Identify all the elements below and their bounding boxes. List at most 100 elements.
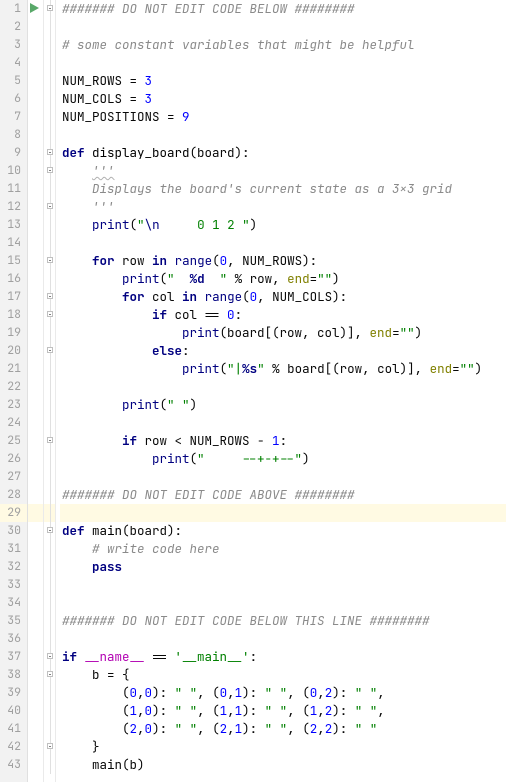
gutter-marker-cell[interactable] [28,378,43,396]
marker-gutter[interactable] [28,0,44,782]
code-line[interactable]: ''' [60,198,506,216]
gutter-marker-cell[interactable] [28,576,43,594]
code-line[interactable] [60,414,506,432]
fold-gutter-cell[interactable] [44,378,55,396]
fold-gutter[interactable] [44,0,56,782]
code-line[interactable]: print(" ") [60,396,506,414]
gutter-marker-cell[interactable] [28,720,43,738]
code-line[interactable]: if __name__ == '__main__': [60,648,506,666]
code-line[interactable]: main(b) [60,756,506,774]
code-line[interactable]: if col == 0: [60,306,506,324]
fold-collapse-icon[interactable] [47,437,53,443]
code-line[interactable] [60,234,506,252]
fold-gutter-cell[interactable] [44,540,55,558]
fold-gutter-cell[interactable] [44,144,55,162]
code-line[interactable] [60,576,506,594]
gutter-marker-cell[interactable] [28,288,43,306]
gutter-marker-cell[interactable] [28,162,43,180]
code-line[interactable] [60,630,506,648]
code-line[interactable]: def display_board(board): [60,144,506,162]
fold-gutter-cell[interactable] [44,108,55,126]
gutter-marker-cell[interactable] [28,198,43,216]
code-line[interactable]: ####### DO NOT EDIT CODE ABOVE ######## [60,486,506,504]
code-line[interactable] [60,18,506,36]
code-line[interactable]: if row < NUM_ROWS - 1: [60,432,506,450]
fold-collapse-icon[interactable] [47,257,53,263]
gutter-marker-cell[interactable] [28,486,43,504]
gutter-marker-cell[interactable] [28,270,43,288]
gutter-marker-cell[interactable] [28,234,43,252]
code-line[interactable]: ####### DO NOT EDIT CODE BELOW THIS LINE… [60,612,506,630]
code-line[interactable]: ''' [60,162,506,180]
fold-gutter-cell[interactable] [44,594,55,612]
gutter-marker-cell[interactable] [28,540,43,558]
fold-gutter-cell[interactable] [44,0,55,18]
fold-gutter-cell[interactable] [44,612,55,630]
fold-gutter-cell[interactable] [44,486,55,504]
code-line[interactable]: else: [60,342,506,360]
code-line[interactable]: (0,0): " ", (0,1): " ", (0,2): " ", [60,684,506,702]
gutter-marker-cell[interactable] [28,180,43,198]
fold-collapse-icon[interactable] [47,671,53,677]
code-line[interactable] [60,378,506,396]
fold-collapse-icon[interactable] [47,527,53,533]
gutter-marker-cell[interactable] [28,324,43,342]
code-line[interactable]: NUM_COLS = 3 [60,90,506,108]
fold-end-icon[interactable] [47,203,53,209]
fold-gutter-cell[interactable] [44,162,55,180]
fold-gutter-cell[interactable] [44,450,55,468]
code-line[interactable]: ####### DO NOT EDIT CODE BELOW ######## [60,0,506,18]
code-line[interactable]: for col in range(0, NUM_COLS): [60,288,506,306]
fold-collapse-icon[interactable] [47,653,53,659]
gutter-marker-cell[interactable] [28,36,43,54]
fold-gutter-cell[interactable] [44,126,55,144]
fold-gutter-cell[interactable] [44,306,55,324]
fold-gutter-cell[interactable] [44,360,55,378]
gutter-marker-cell[interactable] [28,468,43,486]
fold-gutter-cell[interactable] [44,396,55,414]
gutter-marker-cell[interactable] [28,72,43,90]
fold-gutter-cell[interactable] [44,504,55,522]
fold-collapse-icon[interactable] [47,293,53,299]
fold-gutter-cell[interactable] [44,756,55,774]
gutter-marker-cell[interactable] [28,738,43,756]
fold-gutter-cell[interactable] [44,432,55,450]
code-line[interactable] [60,126,506,144]
fold-end-icon[interactable] [47,743,53,749]
fold-gutter-cell[interactable] [44,720,55,738]
fold-gutter-cell[interactable] [44,468,55,486]
fold-gutter-cell[interactable] [44,180,55,198]
code-editor[interactable]: 1234567891011121314151617181920212223242… [0,0,506,782]
fold-gutter-cell[interactable] [44,630,55,648]
gutter-marker-cell[interactable] [28,594,43,612]
gutter-marker-cell[interactable] [28,108,43,126]
gutter-marker-cell[interactable] [28,432,43,450]
fold-gutter-cell[interactable] [44,342,55,360]
gutter-marker-cell[interactable] [28,396,43,414]
code-line[interactable]: def main(board): [60,522,506,540]
fold-gutter-cell[interactable] [44,522,55,540]
gutter-marker-cell[interactable] [28,630,43,648]
gutter-marker-cell[interactable] [28,360,43,378]
code-line[interactable]: print("\n 0 1 2 ") [60,216,506,234]
fold-gutter-cell[interactable] [44,18,55,36]
code-line[interactable]: Displays the board's current state as a … [60,180,506,198]
code-line[interactable]: } [60,738,506,756]
gutter-marker-cell[interactable] [28,450,43,468]
code-line[interactable]: print(board[(row, col)], end="") [60,324,506,342]
gutter-marker-cell[interactable] [28,342,43,360]
code-line[interactable]: # some constant variables that might be … [60,36,506,54]
fold-gutter-cell[interactable] [44,684,55,702]
fold-gutter-cell[interactable] [44,666,55,684]
code-line[interactable]: print(" --+-+--") [60,450,506,468]
gutter-marker-cell[interactable] [28,216,43,234]
code-area[interactable]: ####### DO NOT EDIT CODE BELOW ######## #… [56,0,506,782]
code-line[interactable] [60,504,506,522]
gutter-marker-cell[interactable] [28,414,43,432]
run-icon[interactable] [30,3,39,13]
code-line[interactable] [60,54,506,72]
fold-collapse-icon[interactable] [47,5,53,11]
fold-collapse-icon[interactable] [47,311,53,317]
fold-gutter-cell[interactable] [44,198,55,216]
code-line[interactable]: print("|%s" % board[(row, col)], end="") [60,360,506,378]
